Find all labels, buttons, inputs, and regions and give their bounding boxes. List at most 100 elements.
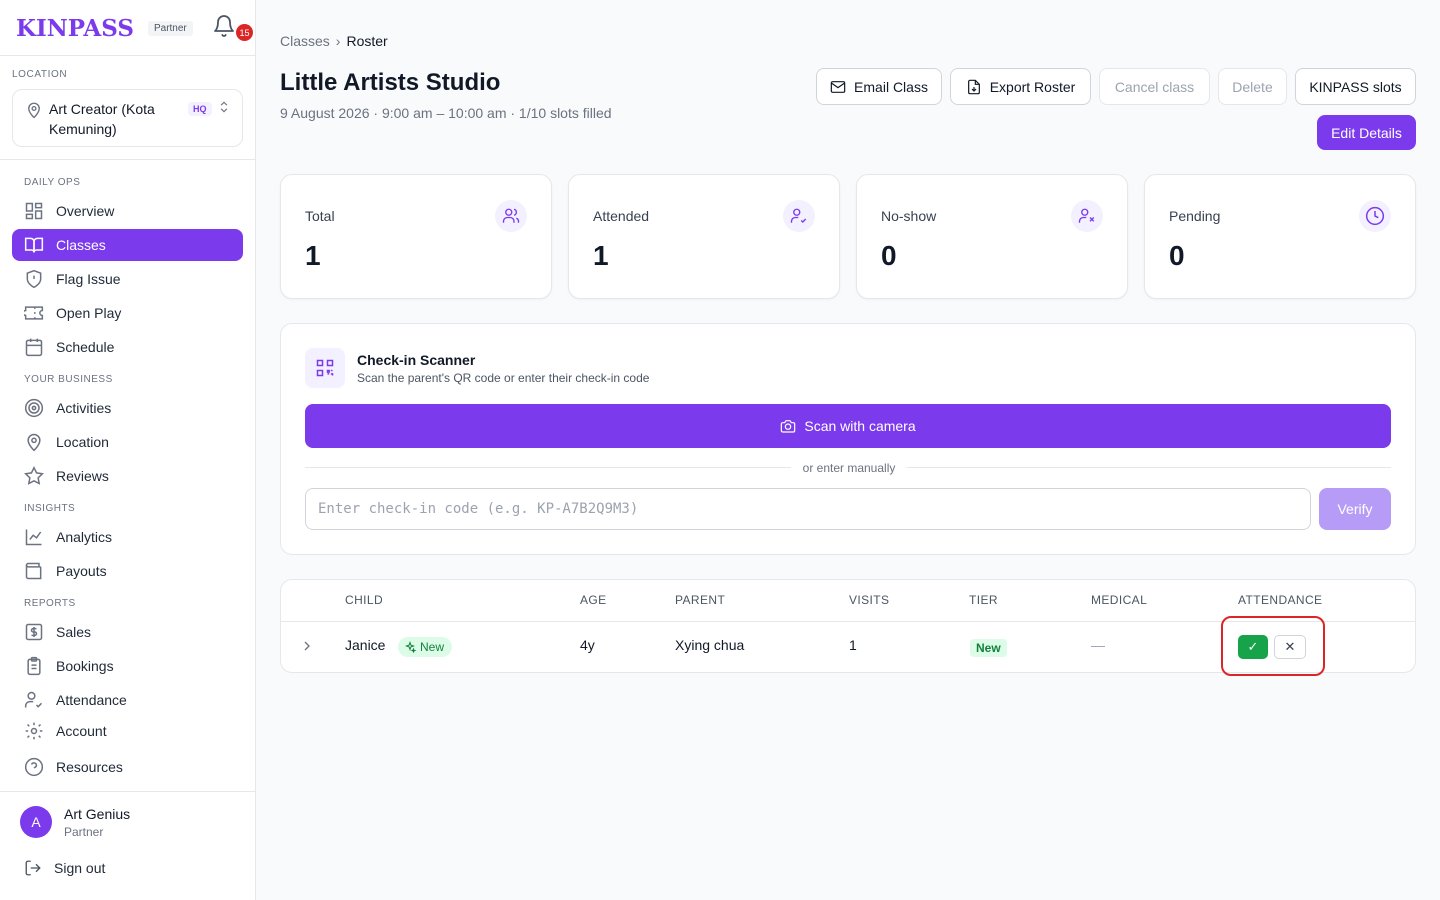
divider-label: or enter manually — [790, 461, 908, 475]
ticket-icon — [24, 306, 44, 320]
kinpass-logo[interactable]: KINPASS — [16, 15, 134, 42]
breadcrumb: Classes › Roster — [280, 33, 388, 49]
sidebar-item-label: Location — [56, 434, 109, 450]
chevron-up-down-icon — [220, 101, 228, 113]
avatar[interactable]: A — [20, 806, 52, 838]
stat-card-total: Total 1 — [280, 174, 552, 299]
child-name[interactable]: Janice — [345, 637, 385, 653]
visit-count: 1 — [849, 637, 857, 653]
gear-icon — [25, 722, 43, 740]
column-header-visits[interactable]: VISITS — [849, 593, 889, 607]
map-pin-icon — [28, 102, 40, 119]
medical-value: — — [1091, 637, 1105, 653]
hq-badge: HQ — [188, 102, 212, 116]
stat-value: 0 — [881, 240, 897, 271]
notification-count-badge: 15 — [236, 24, 253, 41]
map-pin-icon — [27, 433, 41, 452]
clock-icon — [1359, 200, 1391, 232]
column-header-tier[interactable]: TIER — [969, 593, 998, 607]
calendar-icon — [25, 338, 43, 357]
sidebar-item-open-play[interactable]: Open Play — [12, 297, 243, 329]
location-label: LOCATION — [12, 69, 68, 80]
sidebar-item-label: Flag Issue — [56, 271, 121, 287]
help-circle-icon — [24, 757, 44, 777]
sidebar-item-label: Account — [56, 723, 107, 739]
wallet-icon — [25, 562, 42, 580]
sidebar-item-attendance[interactable]: Attendance — [12, 684, 243, 716]
cancel-class-button[interactable]: Cancel class — [1099, 68, 1210, 105]
user-role: Partner — [64, 825, 104, 839]
book-icon — [24, 237, 44, 253]
sign-out-label: Sign out — [54, 860, 106, 876]
user-check-icon — [24, 691, 43, 708]
breadcrumb-separator: › — [335, 33, 341, 49]
verify-button[interactable]: Verify — [1319, 488, 1391, 530]
sidebar-item-bookings[interactable]: Bookings — [12, 650, 243, 682]
sidebar-item-label: Open Play — [56, 305, 122, 321]
export-roster-label: Export Roster — [989, 78, 1076, 95]
divider — [0, 159, 256, 160]
email-class-button[interactable]: Email Class — [816, 68, 942, 105]
edit-details-button[interactable]: Edit Details — [1317, 115, 1416, 150]
sidebar-item-analytics[interactable]: Analytics — [12, 521, 243, 553]
line-chart-icon — [25, 529, 42, 546]
manual-entry-divider: or enter manually — [281, 461, 1417, 475]
scan-with-camera-button[interactable]: Scan with camera — [305, 404, 1391, 448]
child-age: 4y — [580, 637, 595, 653]
location-selector[interactable]: Art Creator (Kota Kemuning) HQ — [12, 89, 243, 147]
section-label-daily-ops: DAILY OPS — [24, 177, 81, 188]
column-header-attendance[interactable]: ATTENDANCE — [1238, 593, 1322, 607]
column-header-parent[interactable]: PARENT — [675, 593, 725, 607]
class-subtitle: 9 August 2026 · 9:00 am – 10:00 am · 1/1… — [280, 105, 612, 121]
export-roster-button[interactable]: Export Roster — [950, 68, 1091, 105]
sidebar-item-label: Sales — [56, 624, 92, 640]
scanner-subtitle: Scan the parent's QR code or enter their… — [357, 371, 650, 385]
sidebar-item-schedule[interactable]: Schedule — [12, 331, 243, 363]
user-x-icon — [1071, 200, 1103, 232]
stat-label: No-show — [881, 208, 937, 224]
scanner-title: Check-in Scanner — [357, 352, 476, 368]
sign-out-button[interactable]: Sign out — [24, 859, 105, 877]
attendance-highlight-outline — [1221, 616, 1325, 676]
column-header-age[interactable]: AGE — [580, 593, 607, 607]
sidebar-item-resources[interactable]: Resources — [12, 751, 243, 783]
log-out-icon — [25, 860, 41, 876]
sidebar-item-activities[interactable]: Activities — [12, 392, 243, 424]
partner-tag: Partner — [147, 20, 193, 36]
sidebar-item-flag-issue[interactable]: Flag Issue — [12, 263, 243, 295]
sidebar-item-overview[interactable]: Overview — [12, 195, 243, 227]
stat-card-pending: Pending 0 — [1144, 174, 1416, 299]
sidebar-item-label: Overview — [56, 203, 115, 219]
sidebar-item-label: Classes — [56, 237, 106, 253]
camera-icon — [781, 420, 796, 433]
sidebar: KINPASS Partner 15 LOCATION Art Creator … — [0, 0, 256, 900]
divider — [0, 791, 256, 792]
sidebar-item-account[interactable]: Account — [12, 715, 243, 747]
sidebar-item-sales[interactable]: Sales — [12, 616, 243, 648]
bell-icon[interactable] — [212, 14, 236, 38]
sidebar-item-payouts[interactable]: Payouts — [12, 555, 243, 587]
sidebar-item-label: Bookings — [56, 658, 114, 674]
stat-card-attended: Attended 1 — [568, 174, 840, 299]
tier-badge: New — [970, 639, 1007, 657]
sidebar-item-label: Schedule — [56, 339, 115, 355]
file-download-icon — [967, 79, 980, 94]
stat-value: 1 — [593, 240, 609, 271]
stat-label: Attended — [593, 208, 650, 224]
check-in-scanner-card: Check-in Scanner Scan the parent's QR co… — [280, 323, 1416, 555]
column-header-medical[interactable]: MEDICAL — [1091, 593, 1147, 607]
delete-button[interactable]: Delete — [1218, 68, 1287, 105]
sidebar-item-reviews[interactable]: Reviews — [12, 460, 243, 492]
mail-icon — [830, 80, 846, 93]
sidebar-item-classes[interactable]: Classes — [12, 229, 243, 261]
breadcrumb-classes-link[interactable]: Classes — [280, 33, 330, 49]
column-header-child[interactable]: CHILD — [345, 593, 383, 607]
user-check-icon — [783, 200, 815, 232]
sidebar-item-label: Payouts — [56, 563, 107, 579]
sidebar-item-location[interactable]: Location — [12, 426, 243, 458]
section-label-reports: REPORTS — [24, 598, 76, 609]
chevron-right-icon[interactable] — [299, 638, 315, 654]
kinpass-slots-button[interactable]: KINPASS slots — [1295, 68, 1416, 105]
sidebar-item-label: Activities — [56, 400, 112, 416]
check-in-code-input[interactable] — [305, 488, 1311, 530]
